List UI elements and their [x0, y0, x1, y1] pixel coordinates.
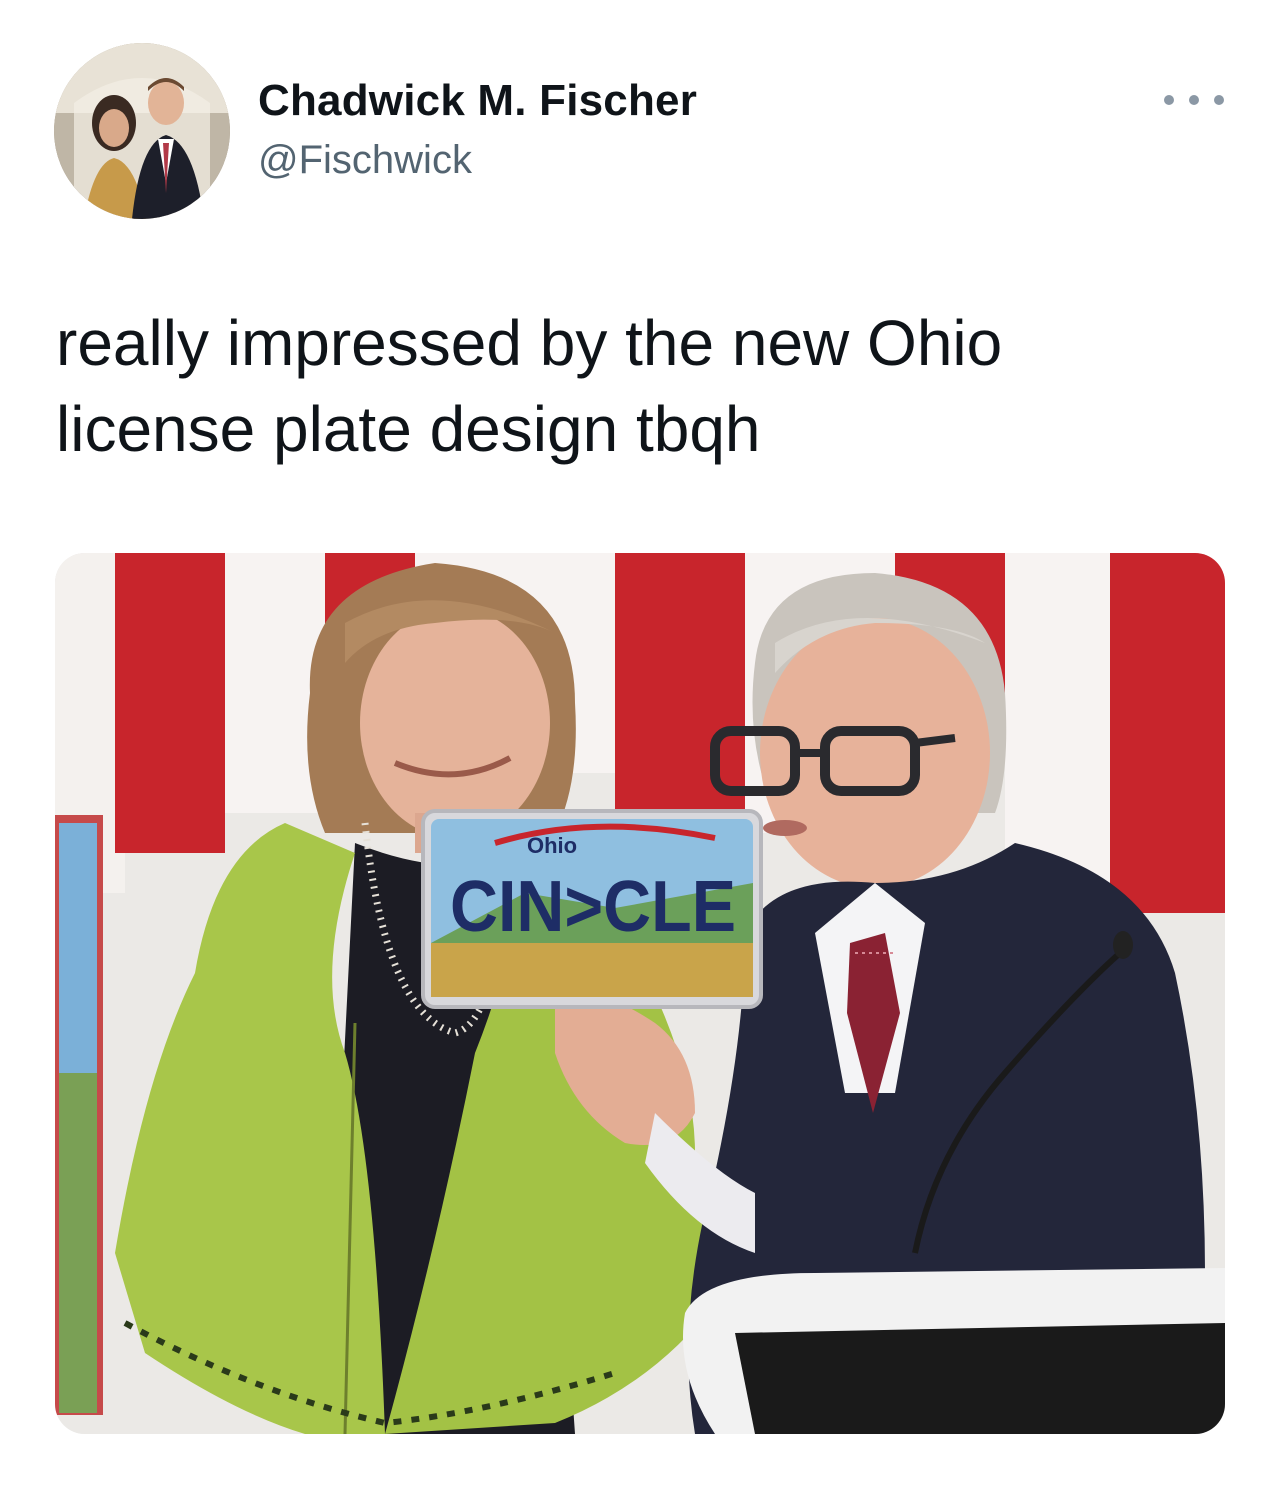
author-display-name[interactable]: Chadwick M. Fischer	[258, 76, 697, 126]
license-plate: Ohio CIN>CLE	[421, 809, 763, 1009]
profile-photo-icon	[54, 43, 230, 219]
more-dot	[1164, 95, 1174, 105]
more-dot	[1214, 95, 1224, 105]
author-avatar[interactable]	[54, 43, 230, 219]
tweet-media-photo[interactable]: Ohio CIN>CLE	[55, 553, 1225, 1434]
tweet-text: really impressed by the new Ohio license…	[56, 307, 1003, 465]
plate-state-label: Ohio	[527, 833, 577, 858]
plate-text: CIN>CLE	[450, 867, 736, 947]
more-dot	[1189, 95, 1199, 105]
more-horizontal-icon[interactable]	[1164, 88, 1224, 112]
author-handle[interactable]: @Fischwick	[258, 138, 472, 183]
press-photo: Ohio CIN>CLE	[55, 553, 1225, 1434]
tweet: Chadwick M. Fischer @Fischwick really im…	[0, 0, 1280, 1489]
